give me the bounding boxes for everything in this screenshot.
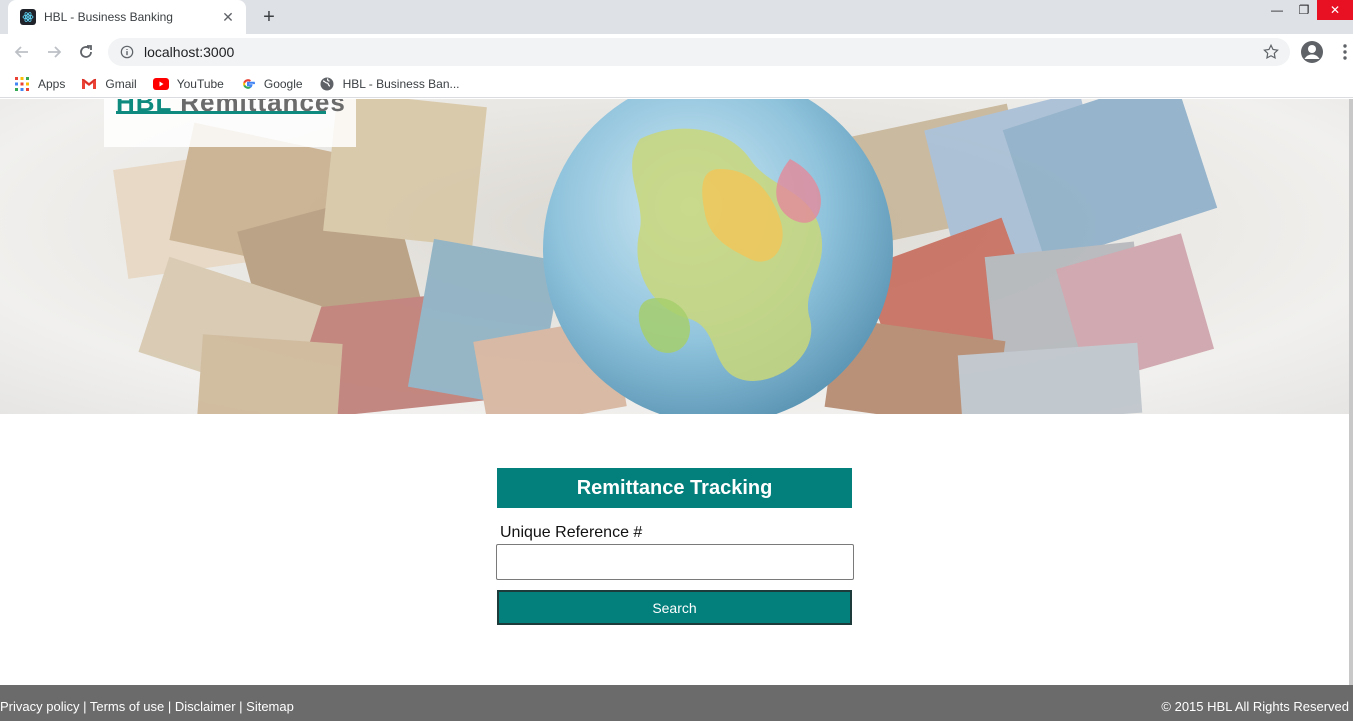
page-scrollbar[interactable] <box>1349 99 1353 685</box>
bookmark-label: YouTube <box>176 76 224 91</box>
bookmarks-bar: Apps Gmail YouTube Google HBL - Business… <box>0 70 1353 98</box>
copyright-text: © 2015 HBL All Rights Reserved <box>1161 699 1349 714</box>
form-title: Remittance Tracking <box>497 468 852 508</box>
browser-toolbar: localhost:3000 <box>0 34 1353 70</box>
close-window-button[interactable]: ✕ <box>1317 0 1353 20</box>
disclaimer-link[interactable]: Disclaimer <box>175 699 236 714</box>
new-tab-button[interactable]: + <box>258 6 280 28</box>
back-arrow-icon <box>14 46 28 58</box>
logo-product: Remittances <box>180 99 346 117</box>
reload-icon <box>80 45 92 58</box>
bookmark-star-icon[interactable] <box>1262 43 1280 61</box>
reference-input[interactable] <box>496 544 854 580</box>
page-viewport: HBL Remittances Remittance Tracking Uniq… <box>0 99 1353 721</box>
minimize-window-button[interactable]: — <box>1262 0 1292 20</box>
reference-label: Unique Reference # <box>500 524 643 541</box>
hbl-remittances-logo[interactable]: HBL Remittances <box>104 99 356 147</box>
footer-separator: | <box>235 699 247 714</box>
logo-underline <box>116 111 326 114</box>
browser-tabstrip: HBL - Business Banking ✕ + — ❐ ✕ <box>0 0 1353 34</box>
account-icon <box>1301 41 1323 63</box>
address-bar[interactable]: localhost:3000 <box>108 38 1290 66</box>
bookmark-label: Apps <box>38 76 66 91</box>
react-favicon-icon <box>20 9 36 25</box>
profile-button[interactable] <box>1300 40 1324 64</box>
bookmark-hbl[interactable]: HBL - Business Ban... <box>319 76 460 92</box>
globe-icon <box>319 76 335 92</box>
bookmark-label: Google <box>263 76 303 91</box>
tab-title: HBL - Business Banking <box>44 10 173 24</box>
search-button[interactable]: Search <box>497 590 852 625</box>
gmail-icon <box>81 76 97 92</box>
footer-separator: | <box>79 699 90 714</box>
apps-grid-icon <box>14 76 30 92</box>
youtube-icon <box>152 76 169 92</box>
bookmark-apps[interactable]: Apps <box>14 76 65 92</box>
bookmark-label: Gmail <box>105 76 137 91</box>
site-footer: Privacy policy | Terms of use | Disclaim… <box>0 685 1353 721</box>
footer-separator: | <box>164 699 175 714</box>
back-button[interactable] <box>10 40 34 64</box>
browser-menu-button[interactable] <box>1333 40 1353 64</box>
reload-button[interactable] <box>74 40 98 64</box>
restore-window-button[interactable]: ❐ <box>1289 0 1319 20</box>
google-icon <box>240 76 256 92</box>
browser-tab[interactable]: HBL - Business Banking ✕ <box>8 0 246 34</box>
hero-banner-image: HBL Remittances <box>0 99 1350 414</box>
privacy-policy-link[interactable]: Privacy policy <box>0 699 79 714</box>
close-tab-icon[interactable]: ✕ <box>220 9 236 25</box>
bookmark-google[interactable]: Google <box>240 76 303 92</box>
kebab-menu-icon <box>1343 44 1347 60</box>
bookmark-youtube[interactable]: YouTube <box>152 76 224 92</box>
terms-of-use-link[interactable]: Terms of use <box>90 699 164 714</box>
bookmark-label: HBL - Business Ban... <box>342 76 460 91</box>
sitemap-link[interactable]: Sitemap <box>246 699 294 714</box>
footer-links: Privacy policy | Terms of use | Disclaim… <box>0 699 294 714</box>
url-text[interactable]: localhost:3000 <box>144 44 234 60</box>
forward-arrow-icon <box>48 46 62 58</box>
logo-brand: HBL <box>116 99 172 117</box>
bookmark-gmail[interactable]: Gmail <box>81 76 137 92</box>
site-info-icon[interactable] <box>120 45 134 59</box>
forward-button[interactable] <box>42 40 66 64</box>
